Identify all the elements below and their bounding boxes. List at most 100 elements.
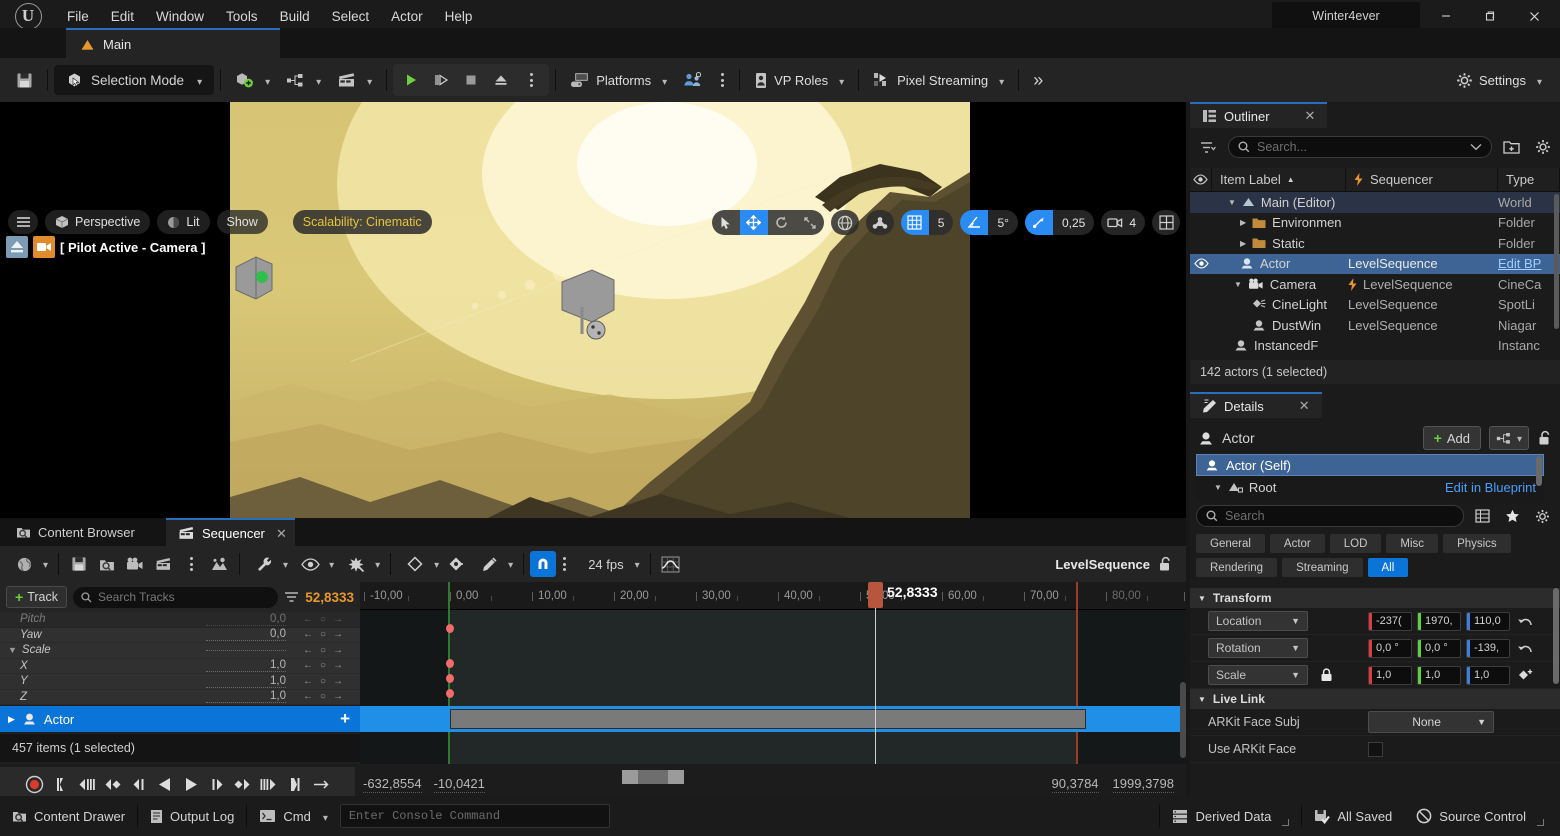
keyframe[interactable] xyxy=(446,624,454,633)
add-key-icon[interactable]: + xyxy=(340,709,360,729)
timeline-horizontal-scrollbar[interactable] xyxy=(360,770,1186,784)
gear-icon[interactable] xyxy=(1530,509,1554,524)
reset-rotation-icon[interactable] xyxy=(1510,642,1540,655)
tab-content-browser[interactable]: Content Browser xyxy=(4,518,147,546)
toolbar-overflow-button[interactable]: » xyxy=(1025,65,1051,95)
rotation-y-field[interactable]: 0,0 ° xyxy=(1417,638,1461,658)
outliner-row[interactable]: ▼ Main (Editor) World xyxy=(1190,192,1560,213)
close-icon[interactable]: ✕ xyxy=(1305,108,1316,124)
cmd-selector[interactable]: Cmd xyxy=(247,803,339,829)
chevron-down-icon[interactable]: ▼ xyxy=(1228,198,1236,207)
outliner-row[interactable]: DustWin LevelSequence Niagar xyxy=(1190,315,1560,336)
settings-button[interactable]: Settings xyxy=(1450,65,1548,95)
record-icon[interactable] xyxy=(25,773,45,795)
pixel-streaming-button[interactable]: Pixel Streaming xyxy=(865,65,1012,95)
location-z-field[interactable]: 110,0 xyxy=(1466,611,1510,631)
rotation-dropdown[interactable]: Rotation ▼ xyxy=(1208,638,1308,658)
eye-icon[interactable] xyxy=(1190,258,1212,269)
perspective-button[interactable]: Perspective xyxy=(45,210,151,234)
all-saved-button[interactable]: All Saved xyxy=(1302,803,1404,829)
jump-to-start-icon[interactable] xyxy=(51,773,71,795)
filter-rendering[interactable]: Rendering xyxy=(1196,558,1278,577)
outliner-row[interactable]: ▼ Camera LevelSequence CineCa xyxy=(1190,274,1560,295)
sequencer-camera-button[interactable] xyxy=(121,551,149,577)
component-row-root[interactable]: ▼ Root Edit in Blueprint xyxy=(1196,476,1544,498)
scale-snap-value[interactable]: 0,25 xyxy=(1053,210,1094,235)
track-filter-icon[interactable] xyxy=(284,591,299,603)
track-value[interactable]: 0,0 xyxy=(206,628,286,642)
viewport-layout-button[interactable] xyxy=(1152,210,1180,235)
scale-snap-icon[interactable] xyxy=(1024,210,1053,235)
scale-x-field[interactable]: 1,0 xyxy=(1368,665,1412,685)
outliner-search-input[interactable]: Search... xyxy=(1228,136,1492,158)
world-coordinate-button[interactable] xyxy=(830,210,859,235)
component-list-scrollbar[interactable] xyxy=(1536,456,1542,486)
column-header-item-label[interactable]: Item Label ▲ xyxy=(1212,167,1346,192)
output-log-button[interactable]: Output Log xyxy=(138,803,246,829)
vp-roles-button[interactable]: VP Roles xyxy=(746,65,852,95)
chevron-right-icon[interactable]: ▶ xyxy=(8,714,15,725)
rotate-icon[interactable] xyxy=(768,210,796,235)
outliner-row[interactable]: InstancedF Instanc xyxy=(1190,336,1560,357)
sequencer-find-button[interactable] xyxy=(93,551,121,577)
play-options-button[interactable] xyxy=(517,66,545,94)
tab-sequencer[interactable]: Sequencer ✕ xyxy=(166,518,295,546)
unlock-icon[interactable] xyxy=(1537,430,1552,446)
outliner-row[interactable]: ▶ Static Folder xyxy=(1190,233,1560,254)
jump-to-end-icon[interactable] xyxy=(285,773,305,795)
rotation-z-field[interactable]: -139, xyxy=(1466,638,1510,658)
chevron-right-icon[interactable]: ▶ xyxy=(1240,239,1246,248)
track-key-nav[interactable]: ← ○ → xyxy=(286,676,360,687)
add-track-button[interactable]: + Track xyxy=(6,586,67,608)
track-value[interactable]: 1,0 xyxy=(206,659,286,673)
multi-user-options-button[interactable] xyxy=(711,65,733,95)
next-key-icon[interactable] xyxy=(233,773,253,795)
key-edit-button[interactable] xyxy=(471,551,517,577)
menu-edit[interactable]: Edit xyxy=(100,5,145,28)
skip-play-button[interactable] xyxy=(427,66,455,94)
playback-end-marker[interactable] xyxy=(1076,582,1078,764)
lock-icon[interactable] xyxy=(1320,668,1333,682)
console-command-input[interactable]: Enter Console Command xyxy=(339,804,610,828)
stop-button[interactable] xyxy=(457,66,485,94)
track-key-nav[interactable]: ← ○ → xyxy=(286,614,360,625)
grid-view-icon[interactable] xyxy=(1470,509,1494,523)
derived-data-button[interactable]: Derived Data xyxy=(1160,803,1301,829)
add-component-button[interactable]: + Add xyxy=(1422,426,1481,450)
timeline-area[interactable]: -10,00 0,00 10,00 20,00 30,00 40,00 50,0… xyxy=(360,582,1186,764)
add-folder-icon[interactable] xyxy=(1498,140,1524,155)
outliner-row[interactable]: CineLight LevelSequence SpotLi xyxy=(1190,295,1560,316)
use-arkit-checkbox[interactable] xyxy=(1368,741,1383,757)
scalability-badge[interactable]: Scalability: Cinematic xyxy=(292,210,432,234)
multi-user-button[interactable] xyxy=(675,65,711,95)
sequencer-cinematics-button[interactable] xyxy=(149,551,177,577)
tab-main[interactable]: Main xyxy=(66,28,280,58)
camera-pilot-icon[interactable] xyxy=(33,236,55,258)
favorites-star-icon[interactable] xyxy=(1500,509,1524,523)
viewport-menu-icon[interactable] xyxy=(8,210,38,234)
sequence-section-inner[interactable] xyxy=(450,709,1086,729)
menu-actor[interactable]: Actor xyxy=(380,5,434,28)
step-forward-icon[interactable] xyxy=(207,773,227,795)
blueprints-button[interactable] xyxy=(278,65,329,95)
menu-tools[interactable]: Tools xyxy=(215,5,269,28)
visibility-column-header[interactable] xyxy=(1190,167,1212,192)
filter-actor[interactable]: Actor xyxy=(1269,534,1325,553)
gear-icon[interactable] xyxy=(1530,139,1556,155)
outliner-row[interactable]: ▶ Environmen Folder xyxy=(1190,213,1560,234)
save-button[interactable] xyxy=(8,65,41,95)
track-key-nav[interactable]: ← ○ → xyxy=(286,629,360,640)
filter-lod[interactable]: LOD xyxy=(1329,534,1382,553)
details-search-input[interactable]: Search xyxy=(1196,505,1464,527)
curve-editor-button[interactable] xyxy=(657,551,685,577)
outliner-row-selected[interactable]: Actor LevelSequence Edit BP xyxy=(1190,253,1560,274)
step-back-key-icon[interactable] xyxy=(103,773,123,795)
timeline-scrollbar[interactable] xyxy=(1180,682,1186,758)
snap-toggle-button[interactable] xyxy=(530,551,557,577)
track-value[interactable]: 0,0 xyxy=(206,613,286,626)
add-keyframe-icon[interactable] xyxy=(1510,668,1540,683)
select-icon[interactable] xyxy=(712,210,740,235)
blueprint-dropdown[interactable] xyxy=(1488,426,1529,450)
platforms-button[interactable]: Platforms xyxy=(562,65,675,95)
tab-details[interactable]: Details ✕ xyxy=(1190,392,1322,418)
